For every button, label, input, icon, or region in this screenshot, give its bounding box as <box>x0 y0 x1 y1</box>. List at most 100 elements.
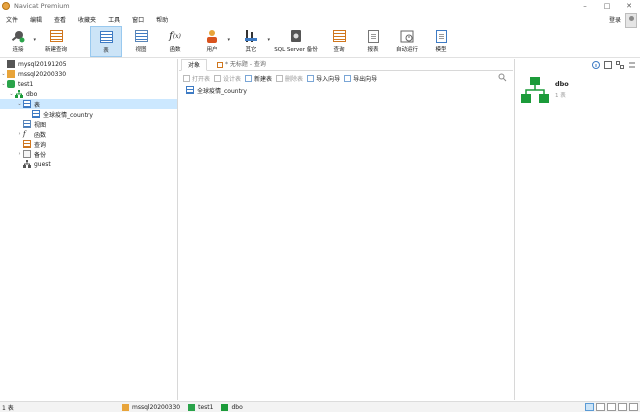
database-icon <box>7 80 15 88</box>
object-count: 1 表 <box>2 405 14 412</box>
design-table-button[interactable]: 设计表 <box>214 74 241 83</box>
tree-item-user[interactable]: guest <box>16 159 51 169</box>
tab-model-button[interactable]: 模型 <box>428 26 454 57</box>
tree-item-functions[interactable]: › f 函数 <box>16 129 47 139</box>
menu-tools[interactable]: 工具 <box>102 15 126 24</box>
minimize-icon[interactable]: – <box>574 0 596 12</box>
info-panel-title: dbo <box>555 80 569 88</box>
report-icon <box>366 29 380 43</box>
tree-item-backups[interactable]: › 备份 <box>16 149 46 159</box>
user-icon <box>205 29 219 43</box>
info-icon[interactable] <box>590 60 601 69</box>
connect-button[interactable]: 连接 ▾ <box>4 26 36 57</box>
er-diagram-icon[interactable] <box>614 60 625 69</box>
tab-objects[interactable]: 对象 <box>181 59 208 71</box>
object-toolbar: 打开表 设计表 新建表 删除表 导入向导 导出向导 <box>179 72 513 84</box>
sqlserver-backup-button[interactable]: SQL Server 备份 <box>272 26 320 57</box>
tree-item-tables[interactable]: ⌄ 表 <box>0 99 177 109</box>
title-bar: Navicat Premium – □ ✕ <box>0 0 640 12</box>
view-folder-icon <box>23 120 31 128</box>
tab-other-button[interactable]: 其它 ▾ <box>236 26 270 57</box>
new-query-icon <box>49 29 63 43</box>
tree-item-db[interactable]: ⌄ test1 <box>0 79 33 89</box>
tree-item-schema[interactable]: ⌄ dbo <box>8 89 37 99</box>
database-icon <box>188 403 196 411</box>
tab-query-button[interactable]: 查询 <box>326 26 352 57</box>
backup-icon <box>289 29 303 43</box>
tree-item-conn1[interactable]: mysql20191205 <box>0 59 67 69</box>
detail-view-icon[interactable] <box>607 403 616 411</box>
detail-icon[interactable] <box>626 60 637 69</box>
menu-window[interactable]: 窗口 <box>126 15 150 24</box>
chevron-down-icon[interactable]: ⌄ <box>8 91 15 97</box>
menu-view[interactable]: 查看 <box>48 15 72 24</box>
tab-bar: 对象 * 无标题 - 查询 <box>179 59 513 71</box>
status-context: mssql20200330 test1 dbo <box>122 402 251 412</box>
main-toolbar: 连接 ▾ 新建查询 表 视图 f (x) 函数 用户 ▾ 其它 ▾ SQL Ser… <box>0 26 640 58</box>
schema-icon <box>221 403 229 411</box>
other-tools-icon <box>244 29 258 43</box>
grid-view-icon[interactable] <box>585 403 594 411</box>
schema-large-icon <box>521 77 549 103</box>
tree-item-queries[interactable]: 查询 <box>16 139 46 149</box>
open-table-icon <box>183 74 190 82</box>
tab-user-button[interactable]: 用户 ▾ <box>198 26 230 57</box>
tab-function-button[interactable]: f (x) 函数 <box>160 26 190 57</box>
table-folder-icon <box>23 100 31 108</box>
tree-item-conn2[interactable]: ⌄ mssql20200330 <box>0 69 66 79</box>
chevron-down-icon[interactable]: ⌄ <box>0 71 7 77</box>
window-controls: – □ ✕ <box>574 0 640 12</box>
chevron-right-icon[interactable]: › <box>16 131 23 137</box>
import-icon <box>307 74 315 82</box>
open-table-button[interactable]: 打开表 <box>183 74 210 83</box>
info-panel-toolbar <box>589 60 637 69</box>
mssql-connection-icon <box>7 70 15 78</box>
tab-untitled-query[interactable]: * 无标题 - 查询 <box>211 59 272 71</box>
chevron-down-icon[interactable]: ▾ <box>267 37 270 43</box>
new-query-button[interactable]: 新建查询 <box>40 26 72 57</box>
users-icon <box>23 160 31 168</box>
delete-table-button[interactable]: 删除表 <box>276 74 303 83</box>
maximize-icon[interactable]: □ <box>596 0 618 12</box>
import-wizard-button[interactable]: 导入向导 <box>307 74 340 83</box>
menu-help[interactable]: 帮助 <box>150 15 174 24</box>
schedule-icon <box>400 29 414 43</box>
object-pane: 对象 * 无标题 - 查询 打开表 设计表 新建表 删除表 导入向导 导出向导 … <box>179 59 513 400</box>
tab-report-button[interactable]: 报表 <box>360 26 386 57</box>
menu-file[interactable]: 文件 <box>0 15 24 24</box>
tab-table-button[interactable]: 表 <box>90 26 122 57</box>
function-icon: f (x) <box>169 30 181 42</box>
login-link[interactable]: 登录 <box>609 15 621 24</box>
list-view-icon[interactable] <box>596 403 605 411</box>
chevron-down-icon[interactable]: ⌄ <box>0 81 7 87</box>
list-item[interactable]: 全球疫情_country <box>179 85 513 95</box>
status-bar: 1 表 mssql20200330 test1 dbo <box>0 401 640 412</box>
panel-toggle-icon[interactable] <box>618 403 627 411</box>
window-title: Navicat Premium <box>14 2 70 10</box>
export-wizard-button[interactable]: 导出向导 <box>344 74 377 83</box>
new-table-icon <box>245 74 253 82</box>
object-list: 全球疫情_country <box>179 85 513 95</box>
ddl-icon[interactable] <box>602 60 613 69</box>
view-mode-switcher <box>583 403 638 411</box>
chevron-down-icon[interactable]: ⌄ <box>16 101 23 107</box>
tree-item-views[interactable]: 视图 <box>16 119 46 129</box>
menu-favorites[interactable]: 收藏夹 <box>72 15 102 24</box>
info-panel: dbo 1 表 <box>514 59 640 400</box>
chevron-right-icon[interactable]: › <box>16 151 23 157</box>
function-icon: f <box>23 130 26 138</box>
menu-edit[interactable]: 编辑 <box>24 15 48 24</box>
search-icon[interactable] <box>498 73 507 82</box>
chevron-down-icon[interactable]: ▾ <box>227 37 230 43</box>
panel-toggle-right-icon[interactable] <box>629 403 638 411</box>
tree-item-table1[interactable]: 全球疫情_country <box>32 109 93 119</box>
table-icon <box>186 86 194 94</box>
backup-icon <box>23 150 31 158</box>
tab-automation-button[interactable]: 自动运行 <box>392 26 422 57</box>
tab-view-button[interactable]: 视图 <box>126 26 156 57</box>
close-icon[interactable]: ✕ <box>618 0 640 12</box>
mssql-connection-icon <box>122 403 129 411</box>
new-table-button[interactable]: 新建表 <box>245 74 272 83</box>
connection-tree: mysql20191205 ⌄ mssql20200330 ⌄ test1 ⌄ … <box>0 59 178 400</box>
chevron-down-icon[interactable]: ▾ <box>33 37 36 43</box>
